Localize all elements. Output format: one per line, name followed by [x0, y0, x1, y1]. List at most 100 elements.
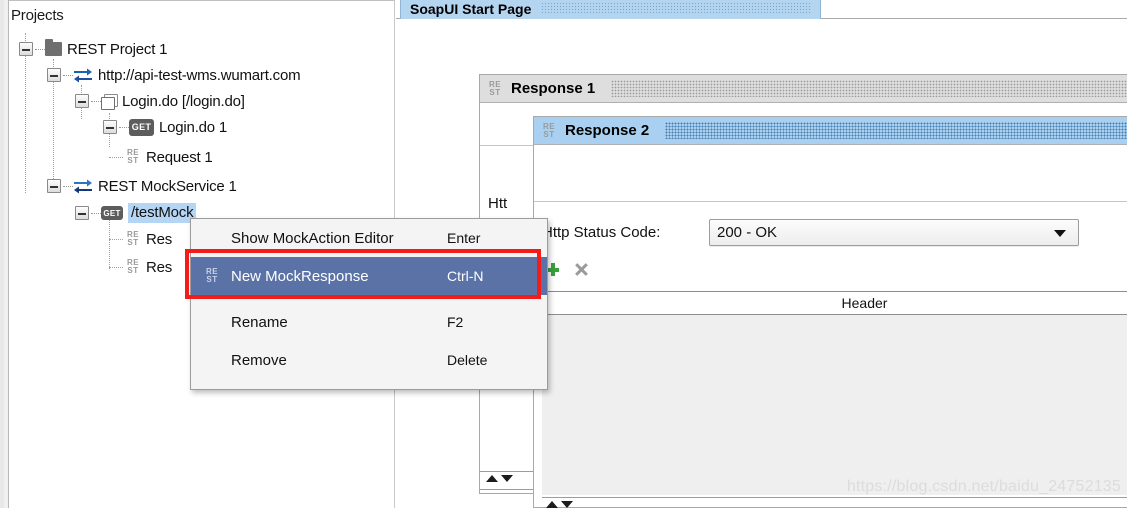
remove-header-button[interactable]: [574, 262, 588, 276]
tree-node-label: /testMock: [128, 203, 197, 223]
chevron-down-icon[interactable]: [561, 501, 573, 508]
desktop-tab-strip: SoapUI Start Page: [396, 0, 1127, 19]
expander-toggle-icon[interactable]: [75, 94, 89, 108]
internal-window-response-2[interactable]: RE ST Response 2 Http Status Code: 200 -…: [533, 116, 1127, 508]
rest-icon-bottom: ST: [127, 266, 139, 275]
mockservice-icon: [73, 178, 93, 194]
tab-hatch-pattern: [541, 2, 812, 15]
divider: [480, 489, 536, 490]
http-status-code-select[interactable]: 200 - OK: [709, 219, 1079, 246]
tree-connector: [91, 212, 101, 214]
rest-icon-bottom: ST: [206, 275, 218, 284]
menu-item-label: New MockResponse: [231, 267, 369, 285]
rest-icon: RE ST: [125, 231, 141, 248]
tree-connector: [119, 126, 129, 128]
window-title-text: Response 2: [565, 122, 650, 139]
menu-item-shortcut: Delete: [447, 352, 488, 368]
headers-table[interactable]: Header: [542, 291, 1127, 496]
tree-node-label: Login.do 1: [159, 118, 228, 136]
tree-connector: [63, 185, 73, 187]
left-splitter-handle[interactable]: [0, 0, 4, 508]
titlebar-hatch-pattern: [611, 80, 1127, 97]
navigator-root-label: Projects: [11, 7, 64, 24]
menu-item-shortcut: F2: [447, 314, 464, 330]
tree-node-mockresponse-2[interactable]: RE ST Res: [125, 254, 172, 280]
tree-node-request[interactable]: RE ST Request 1: [125, 144, 213, 170]
menu-item-rename[interactable]: Rename F2: [191, 303, 547, 341]
scroll-updown-spinner[interactable]: [546, 501, 573, 508]
menu-item-label: Rename: [231, 313, 288, 331]
expander-toggle-icon[interactable]: [19, 42, 33, 56]
resource-icon: [101, 93, 118, 110]
menu-item-remove[interactable]: Remove Delete: [191, 341, 547, 379]
tree-node-interface[interactable]: http://api-test-wms.wumart.com: [47, 62, 301, 88]
menu-item-new-mockresponse[interactable]: RE ST New MockResponse Ctrl-N: [185, 249, 547, 299]
tree-node-method-login[interactable]: GET Login.do 1: [103, 114, 227, 140]
menu-item-shortcut: Ctrl-N: [447, 268, 484, 284]
rest-icon: RE ST: [125, 149, 141, 166]
tree-connector: [35, 48, 45, 50]
folder-icon: [45, 39, 62, 56]
soapui-window: Projects REST Project 1 http://api-test-…: [0, 0, 1127, 508]
get-method-icon: GET: [129, 118, 154, 136]
expander-toggle-icon[interactable]: [47, 179, 61, 193]
chevron-down-icon[interactable]: [501, 475, 513, 482]
interface-icon: [73, 67, 93, 83]
tree-guide-line: [109, 239, 123, 240]
chevron-up-icon[interactable]: [546, 501, 558, 508]
headers-table-body[interactable]: [542, 315, 1127, 495]
tree-node-label: REST MockService 1: [98, 177, 237, 195]
menu-item-label: Remove: [231, 351, 287, 369]
menu-item-shortcut: Enter: [447, 230, 481, 246]
expander-toggle-icon[interactable]: [103, 120, 117, 134]
rest-icon-bottom: ST: [543, 129, 555, 139]
menu-item-label: Show MockAction Editor: [231, 229, 394, 247]
watermark-text: https://blog.csdn.net/baidu_24752135: [846, 478, 1121, 495]
menu-item-icon: RE ST: [201, 268, 223, 285]
headers-table-column-header[interactable]: Header: [542, 291, 1127, 315]
tree-guide-line: [109, 157, 123, 158]
divider: [542, 497, 1127, 498]
tree-node-label: http://api-test-wms.wumart.com: [98, 66, 301, 84]
http-status-label-partial: Htt: [488, 195, 508, 212]
rest-icon-bottom: ST: [127, 238, 139, 247]
tree-node-rest-project[interactable]: REST Project 1: [19, 36, 167, 62]
tree-node-testmock[interactable]: GET /testMock: [75, 200, 197, 226]
rest-icon-bottom: ST: [127, 156, 139, 165]
expander-toggle-icon[interactable]: [47, 68, 61, 82]
tab-label: SoapUI Start Page: [410, 1, 532, 17]
titlebar-hatch-pattern: [665, 122, 1127, 139]
tree-node-mockresponse-1[interactable]: RE ST Res: [125, 226, 172, 252]
rest-icon-bottom: ST: [489, 87, 501, 97]
get-method-icon: GET: [101, 206, 123, 220]
tree-connector: [91, 100, 101, 102]
divider: [480, 471, 536, 472]
rest-icon: RE ST: [204, 268, 220, 285]
tree-node-label: REST Project 1: [67, 40, 168, 58]
http-status-code-label: Http Status Code:: [542, 224, 661, 241]
tree-guide-line: [109, 267, 123, 268]
tab-soapui-start-page[interactable]: SoapUI Start Page: [400, 0, 822, 19]
context-menu[interactable]: Show MockAction Editor Enter RE ST New M…: [185, 218, 548, 390]
tree-connector: [63, 74, 73, 76]
rest-icon: RE ST: [125, 259, 141, 276]
window-title-text: Response 1: [511, 80, 596, 97]
divider: [534, 201, 1127, 202]
expander-toggle-icon[interactable]: [75, 206, 89, 220]
window-titlebar-response-2[interactable]: RE ST Response 2: [534, 117, 1127, 145]
tree-node-mockservice[interactable]: REST MockService 1: [47, 173, 237, 199]
tree-node-label: Res: [146, 230, 173, 248]
scroll-updown-spinner[interactable]: [486, 475, 513, 482]
menu-item-show-mockaction-editor[interactable]: Show MockAction Editor Enter: [191, 219, 547, 257]
left-splitter-strip[interactable]: [0, 0, 9, 508]
tree-node-resource[interactable]: Login.do [/login.do]: [75, 88, 245, 114]
tree-node-label: Login.do [/login.do]: [122, 92, 245, 110]
window-body-response-2: Http Status Code: 200 - OK Header: [534, 145, 1127, 508]
window-titlebar-response-1[interactable]: RE ST Response 1: [480, 75, 1127, 103]
chevron-up-icon[interactable]: [486, 475, 498, 482]
rest-icon: RE ST: [487, 80, 503, 97]
column-label: Header: [841, 295, 888, 311]
tree-node-label: Request 1: [146, 148, 213, 166]
chevron-down-icon[interactable]: [1054, 230, 1066, 237]
tree-node-label: Res: [146, 258, 173, 276]
